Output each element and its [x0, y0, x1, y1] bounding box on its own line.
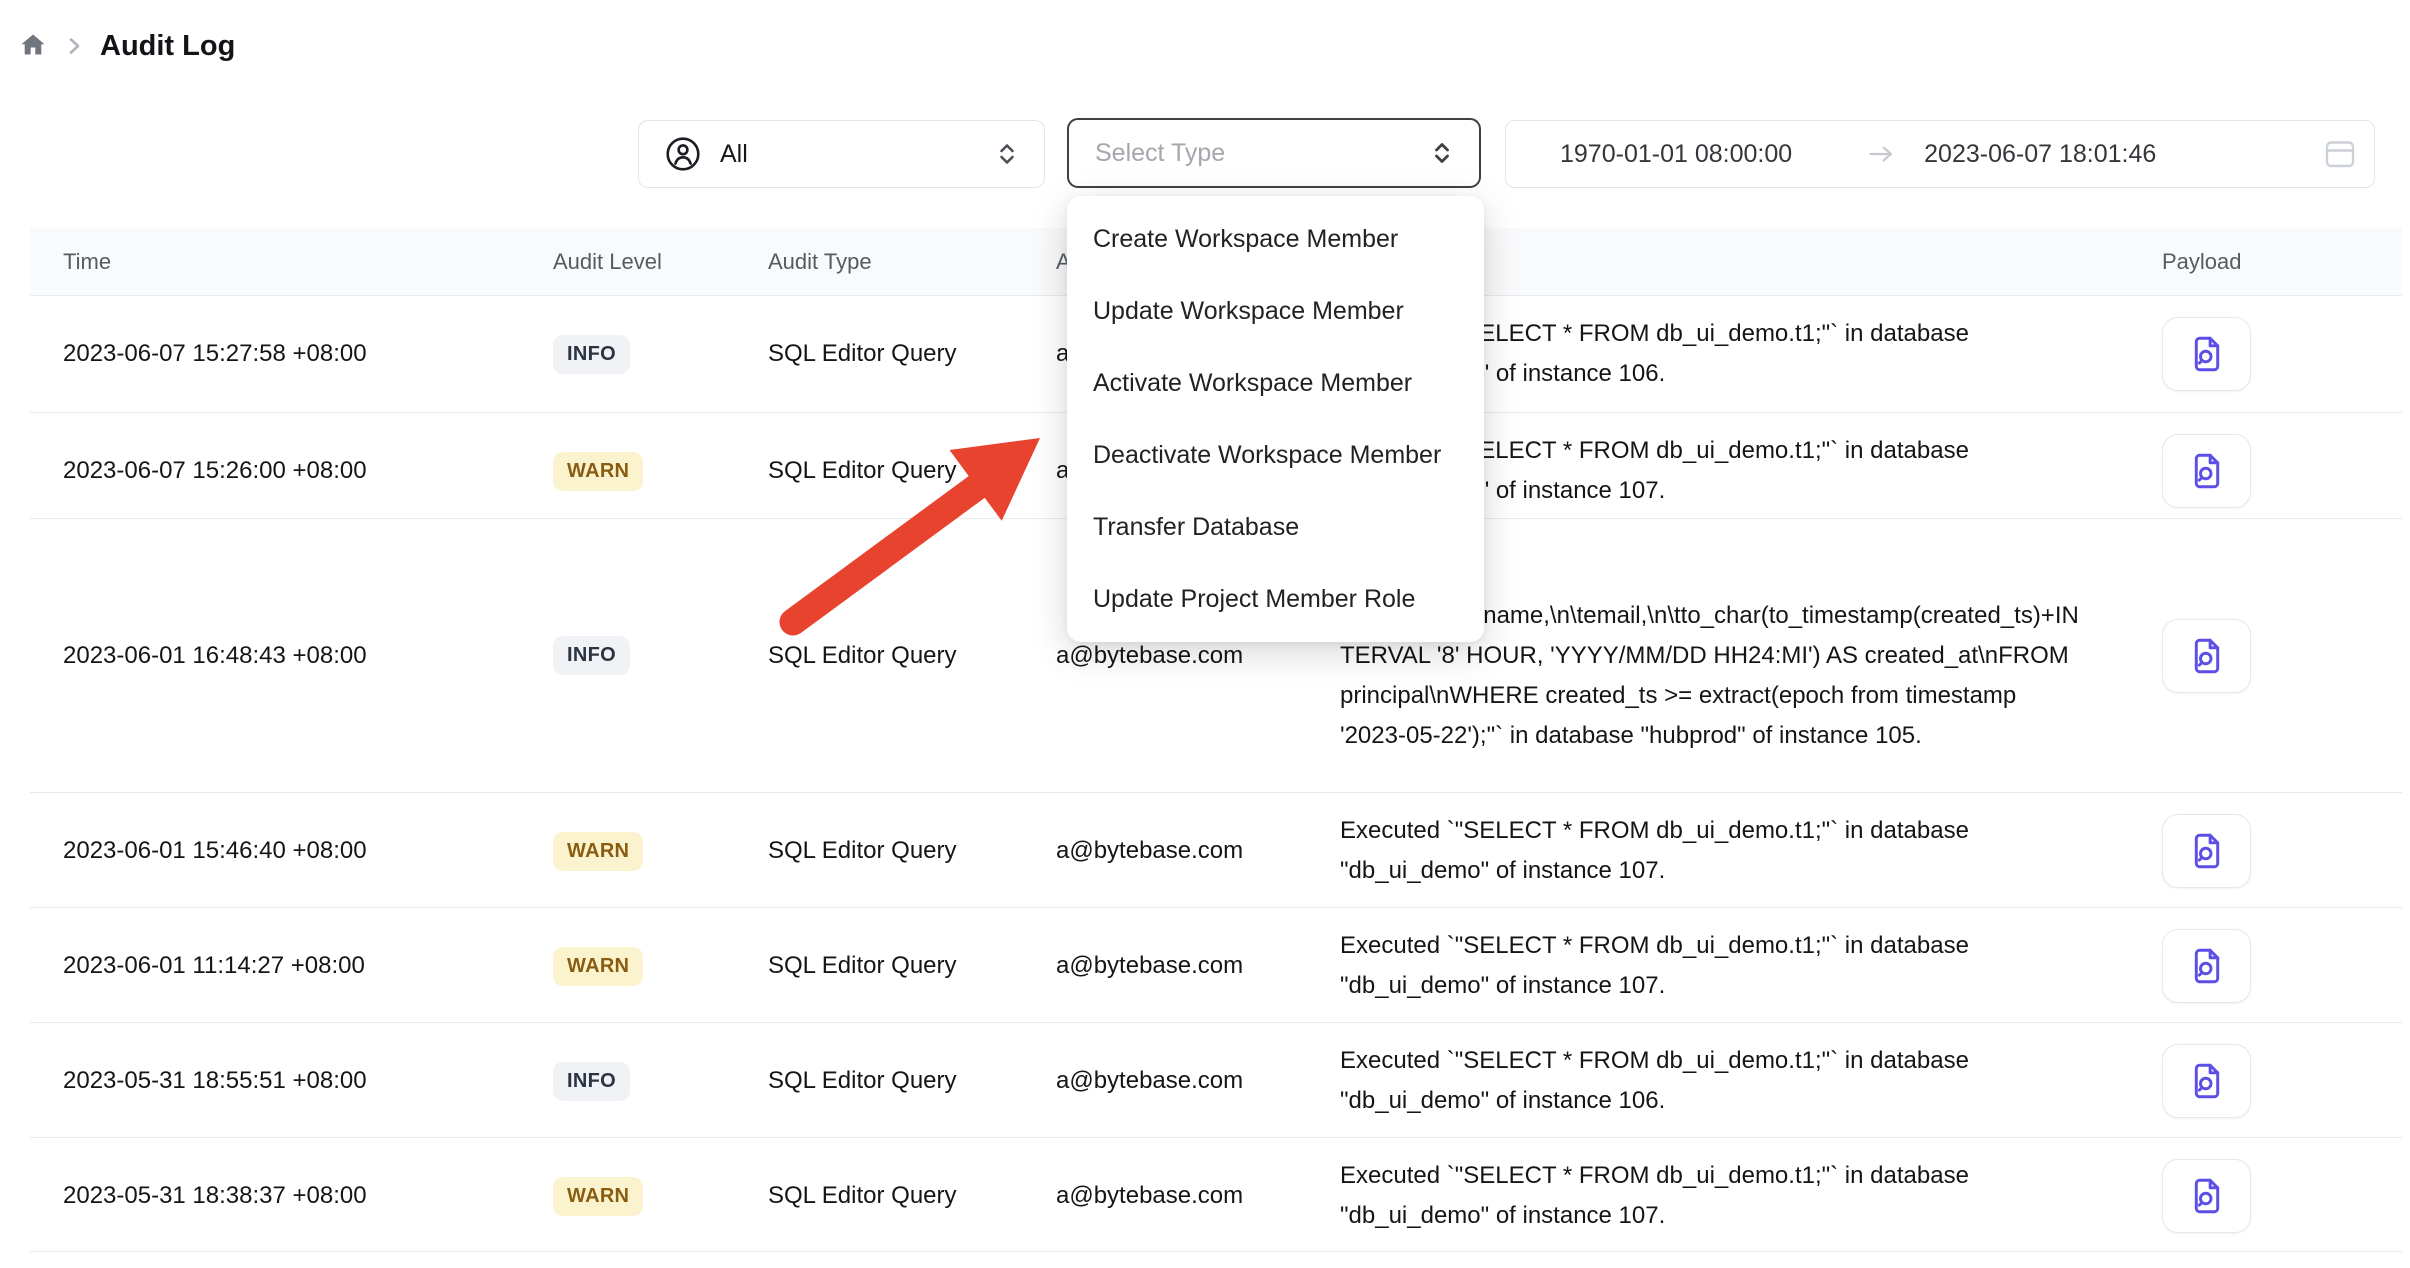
time-cell: 2023-06-01 16:48:43 +08:00	[63, 642, 553, 670]
audit-type-cell: SQL Editor Query	[768, 952, 1056, 980]
table-row: 2023-05-31 18:55:51 +08:00 INFO SQL Edit…	[30, 1023, 2402, 1138]
level-cell: INFO	[553, 636, 768, 675]
payload-view-button[interactable]	[2162, 1044, 2251, 1118]
payload-cell	[2120, 619, 2402, 693]
audit-level-badge: WARN	[553, 1177, 643, 1216]
payload-cell	[2120, 1159, 2402, 1233]
file-search-icon	[2186, 945, 2228, 987]
type-option[interactable]: Activate Workspace Member	[1067, 347, 1484, 419]
audit-level-badge: WARN	[553, 452, 643, 491]
comment-cell: Executed `"SELECT * FROM db_ui_demo.t1;"…	[1340, 1138, 2120, 1254]
page-title: Audit Log	[100, 30, 235, 63]
date-range-end[interactable]: 2023-06-07 18:01:46	[1924, 140, 2156, 169]
type-option[interactable]: Update Project Member Role	[1067, 563, 1484, 635]
payload-view-button[interactable]	[2162, 434, 2251, 508]
type-option[interactable]: Deactivate Workspace Member	[1067, 419, 1484, 491]
comment-cell: Executed `"SELECT * FROM db_ui_demo.t1;"…	[1340, 1023, 2120, 1139]
audit-level-badge: INFO	[553, 335, 630, 374]
table-row: 2023-06-01 11:14:27 +08:00 WARN SQL Edit…	[30, 908, 2402, 1023]
payload-cell	[2120, 929, 2402, 1003]
actor-cell: a@bytebase.com	[1056, 1182, 1340, 1210]
date-range-start[interactable]: 1970-01-01 08:00:00	[1560, 140, 1792, 169]
type-option[interactable]: Update Workspace Member	[1067, 275, 1484, 347]
comment-cell: Executed `"SELECT * FROM db_ui_demo.t1;"…	[1340, 793, 2120, 909]
type-dropdown-menu: Create Workspace MemberUpdate Workspace …	[1067, 196, 1484, 642]
actor-cell: a@bytebase.com	[1056, 1067, 1340, 1095]
home-icon[interactable]	[18, 31, 48, 61]
actor-cell: a@bytebase.com	[1056, 642, 1340, 670]
level-cell: INFO	[553, 335, 768, 374]
audit-level-badge: INFO	[553, 636, 630, 675]
audit-type-cell: SQL Editor Query	[768, 457, 1056, 485]
payload-view-button[interactable]	[2162, 619, 2251, 693]
breadcrumb: Audit Log	[18, 26, 235, 66]
time-cell: 2023-06-01 11:14:27 +08:00	[63, 952, 553, 980]
breadcrumb-chevron-icon	[63, 35, 85, 57]
chevron-updown-icon	[992, 139, 1022, 169]
audit-type-cell: SQL Editor Query	[768, 642, 1056, 670]
arrow-right-icon	[1866, 139, 1896, 169]
audit-level-badge: INFO	[553, 1062, 630, 1101]
audit-type-cell: SQL Editor Query	[768, 340, 1056, 368]
chevron-updown-icon	[1427, 138, 1457, 168]
column-header-audit-level: Audit Level	[553, 249, 768, 275]
type-filter-placeholder: Select Type	[1095, 139, 1225, 168]
column-header-audit-type: Audit Type	[768, 249, 1056, 275]
audit-type-cell: SQL Editor Query	[768, 1182, 1056, 1210]
user-circle-icon	[663, 134, 703, 174]
column-header-time: Time	[63, 249, 553, 275]
payload-view-button[interactable]	[2162, 814, 2251, 888]
time-cell: 2023-06-01 15:46:40 +08:00	[63, 837, 553, 865]
audit-level-badge: WARN	[553, 832, 643, 871]
payload-view-button[interactable]	[2162, 317, 2251, 391]
table-row: 2023-05-31 18:38:37 +08:00 WARN SQL Edit…	[30, 1138, 2402, 1252]
level-cell: WARN	[553, 452, 768, 491]
time-cell: 2023-06-07 15:27:58 +08:00	[63, 340, 553, 368]
actor-cell: a@bytebase.com	[1056, 952, 1340, 980]
table-row: 2023-06-01 15:46:40 +08:00 WARN SQL Edit…	[30, 793, 2402, 908]
actor-filter-select[interactable]: All	[638, 120, 1045, 188]
audit-level-badge: WARN	[553, 947, 643, 986]
time-cell: 2023-06-07 15:26:00 +08:00	[63, 457, 553, 485]
payload-view-button[interactable]	[2162, 1159, 2251, 1233]
level-cell: WARN	[553, 832, 768, 871]
type-option[interactable]: Create Workspace Member	[1067, 203, 1484, 275]
file-search-icon	[2186, 1060, 2228, 1102]
date-range-picker[interactable]: 1970-01-01 08:00:00 2023-06-07 18:01:46	[1505, 120, 2375, 188]
payload-cell	[2120, 434, 2402, 508]
file-search-icon	[2186, 830, 2228, 872]
file-search-icon	[2186, 333, 2228, 375]
payload-view-button[interactable]	[2162, 929, 2251, 1003]
comment-cell: Executed `"SELECT * FROM db_ui_demo.t1;"…	[1340, 908, 2120, 1024]
time-cell: 2023-05-31 18:38:37 +08:00	[63, 1182, 553, 1210]
actor-filter-value: All	[720, 140, 748, 169]
level-cell: WARN	[553, 1177, 768, 1216]
actor-cell: a@bytebase.com	[1056, 837, 1340, 865]
payload-cell	[2120, 1044, 2402, 1118]
column-header-payload: Payload	[2120, 249, 2402, 275]
type-filter-select[interactable]: Select Type	[1067, 118, 1481, 188]
payload-cell	[2120, 814, 2402, 888]
level-cell: WARN	[553, 947, 768, 986]
file-search-icon	[2186, 450, 2228, 492]
time-cell: 2023-05-31 18:55:51 +08:00	[63, 1067, 553, 1095]
payload-cell	[2120, 317, 2402, 391]
type-option[interactable]: Transfer Database	[1067, 491, 1484, 563]
file-search-icon	[2186, 1175, 2228, 1217]
audit-type-cell: SQL Editor Query	[768, 1067, 1056, 1095]
calendar-icon	[2322, 136, 2358, 172]
file-search-icon	[2186, 635, 2228, 677]
audit-type-cell: SQL Editor Query	[768, 837, 1056, 865]
level-cell: INFO	[553, 1062, 768, 1101]
